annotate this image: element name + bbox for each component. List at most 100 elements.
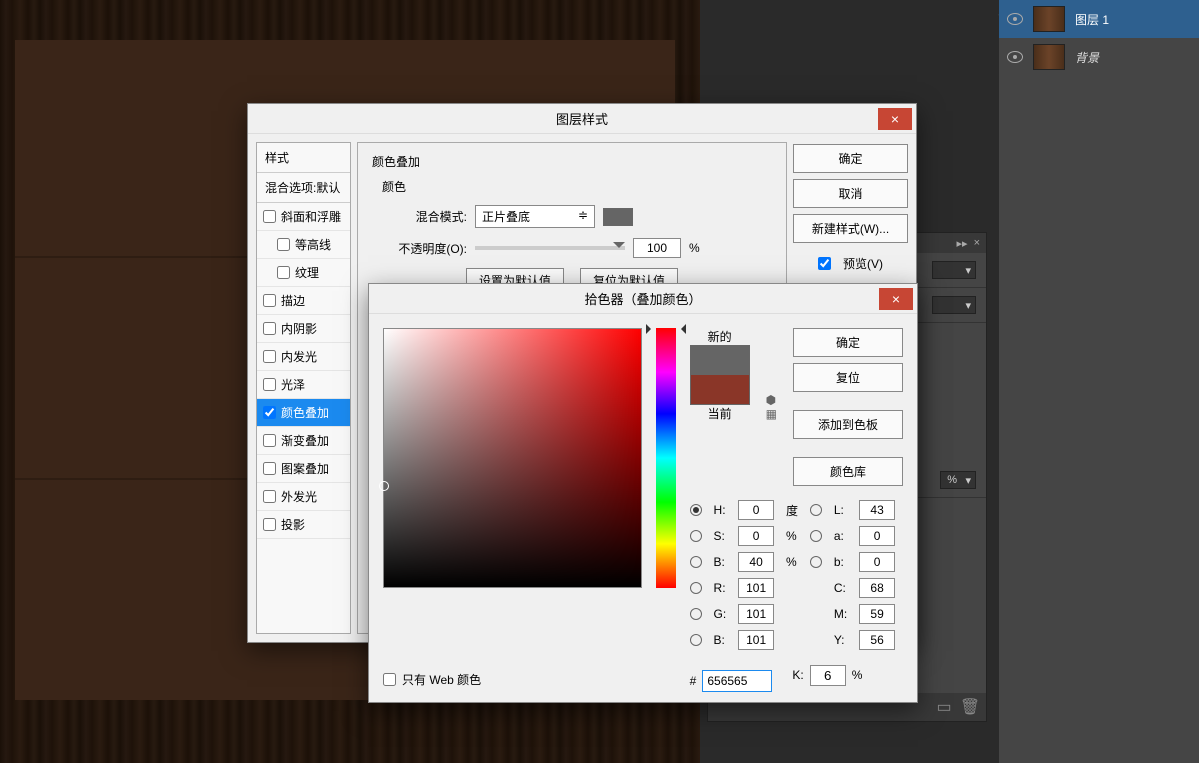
checkbox[interactable] xyxy=(263,434,276,447)
checkbox[interactable] xyxy=(263,322,276,335)
cube-icon[interactable]: ⬢▦ xyxy=(766,393,777,421)
dialog-titlebar[interactable]: 拾色器（叠加颜色） × xyxy=(369,284,917,314)
color-cursor[interactable] xyxy=(379,481,389,491)
new-style-button[interactable]: 新建样式(W)... xyxy=(793,214,908,243)
input-b2[interactable] xyxy=(859,552,895,572)
dialog-titlebar[interactable]: 图层样式 × xyxy=(248,104,916,134)
style-item-contour[interactable]: 等高线 xyxy=(257,231,350,259)
radio-b2[interactable] xyxy=(810,556,822,568)
layer-row[interactable]: 背景 xyxy=(999,38,1199,76)
radio-h[interactable] xyxy=(690,504,702,516)
hex-input[interactable] xyxy=(702,670,772,692)
close-button[interactable]: × xyxy=(879,288,913,310)
picker-top-row: 新的 当前 ⬢▦ 确定 复位 添加到色板 颜色库 xyxy=(690,328,903,486)
style-item-inner-glow[interactable]: 内发光 xyxy=(257,343,350,371)
input-r[interactable] xyxy=(738,578,774,598)
input-y[interactable] xyxy=(859,630,895,650)
style-item-stroke[interactable]: 描边 xyxy=(257,287,350,315)
color-libraries-button[interactable]: 颜色库 xyxy=(793,457,903,486)
opacity-input[interactable] xyxy=(633,238,681,258)
preview-label: 预览(V) xyxy=(843,255,883,272)
collapse-icon[interactable]: ▸▸ xyxy=(957,237,968,250)
label-y: Y: xyxy=(834,633,855,647)
style-item-outer-glow[interactable]: 外发光 xyxy=(257,483,350,511)
checkbox[interactable] xyxy=(277,266,290,279)
label-r: R: xyxy=(714,581,735,595)
visibility-icon[interactable] xyxy=(1007,13,1023,25)
overlay-color-swatch[interactable] xyxy=(603,208,633,226)
style-item-bevel[interactable]: 斜面和浮雕 xyxy=(257,203,350,231)
new-current-swatch: 新的 当前 xyxy=(690,328,750,476)
close-icon[interactable]: × xyxy=(974,237,980,249)
opacity-label: 不透明度(O): xyxy=(372,240,467,257)
current-label: 当前 xyxy=(708,405,732,422)
opacity-row: 不透明度(O): % xyxy=(372,238,772,258)
checkbox[interactable] xyxy=(263,350,276,363)
hue-slider[interactable] xyxy=(656,328,676,588)
radio-bb[interactable] xyxy=(690,634,702,646)
radio-r[interactable] xyxy=(690,582,702,594)
checkbox[interactable] xyxy=(263,210,276,223)
trash-icon[interactable]: 🗑 xyxy=(962,699,978,715)
dropdown[interactable] xyxy=(932,296,976,314)
input-b[interactable] xyxy=(738,552,774,572)
dropdown[interactable] xyxy=(932,261,976,279)
checkbox[interactable] xyxy=(263,378,276,391)
checkbox[interactable] xyxy=(263,462,276,475)
style-item-color-overlay[interactable]: 颜色叠加 xyxy=(257,399,350,427)
style-item-texture[interactable]: 纹理 xyxy=(257,259,350,287)
input-h[interactable] xyxy=(738,500,774,520)
reset-button[interactable]: 复位 xyxy=(793,363,903,392)
label-b2: b: xyxy=(834,555,855,569)
layer-name: 背景 xyxy=(1075,49,1099,66)
opacity-slider[interactable] xyxy=(475,246,625,250)
checkbox[interactable] xyxy=(277,238,290,251)
input-k[interactable] xyxy=(810,665,846,686)
ok-button[interactable]: 确定 xyxy=(793,328,903,357)
checkbox[interactable] xyxy=(263,518,276,531)
unit-deg: 度 xyxy=(786,502,806,519)
cancel-button[interactable]: 取消 xyxy=(793,179,908,208)
label-s: S: xyxy=(714,529,735,543)
layer-row[interactable]: 图层 1 xyxy=(999,0,1199,38)
blend-default[interactable]: 混合选项:默认 xyxy=(257,173,350,203)
input-a[interactable] xyxy=(859,526,895,546)
styles-header[interactable]: 样式 xyxy=(257,143,350,173)
input-bb[interactable] xyxy=(738,630,774,650)
input-s[interactable] xyxy=(738,526,774,546)
style-item-satin[interactable]: 光泽 xyxy=(257,371,350,399)
checkbox[interactable] xyxy=(263,406,276,419)
new-icon[interactable]: ▭ xyxy=(936,699,952,715)
picker-buttons-col: 确定 复位 添加到色板 颜色库 xyxy=(793,328,903,486)
web-only-checkbox[interactable] xyxy=(383,673,396,686)
unit-pct: % xyxy=(786,555,806,569)
label-m: M: xyxy=(834,607,855,621)
style-item-pattern-overlay[interactable]: 图案叠加 xyxy=(257,455,350,483)
hue-indicator[interactable] xyxy=(649,324,683,332)
color-compare[interactable] xyxy=(690,345,750,405)
checkbox[interactable] xyxy=(263,490,276,503)
radio-a[interactable] xyxy=(810,530,822,542)
label-a: a: xyxy=(834,529,855,543)
visibility-icon[interactable] xyxy=(1007,51,1023,63)
dropdown[interactable]: % xyxy=(940,471,976,489)
input-m[interactable] xyxy=(859,604,895,624)
radio-g[interactable] xyxy=(690,608,702,620)
close-button[interactable]: × xyxy=(878,108,912,130)
style-item-gradient-overlay[interactable]: 渐变叠加 xyxy=(257,427,350,455)
blend-mode-select[interactable]: 正片叠底≑ xyxy=(475,205,595,228)
input-l[interactable] xyxy=(859,500,895,520)
input-g[interactable] xyxy=(738,604,774,624)
preview-checkbox[interactable] xyxy=(818,257,831,270)
input-c[interactable] xyxy=(859,578,895,598)
radio-l[interactable] xyxy=(810,504,822,516)
radio-b[interactable] xyxy=(690,556,702,568)
checkbox[interactable] xyxy=(263,294,276,307)
saturation-field[interactable] xyxy=(383,328,642,588)
style-item-drop-shadow[interactable]: 投影 xyxy=(257,511,350,539)
style-item-inner-shadow[interactable]: 内阴影 xyxy=(257,315,350,343)
add-swatch-button[interactable]: 添加到色板 xyxy=(793,410,903,439)
radio-s[interactable] xyxy=(690,530,702,542)
ok-button[interactable]: 确定 xyxy=(793,144,908,173)
blend-mode-row: 混合模式: 正片叠底≑ xyxy=(372,205,772,228)
